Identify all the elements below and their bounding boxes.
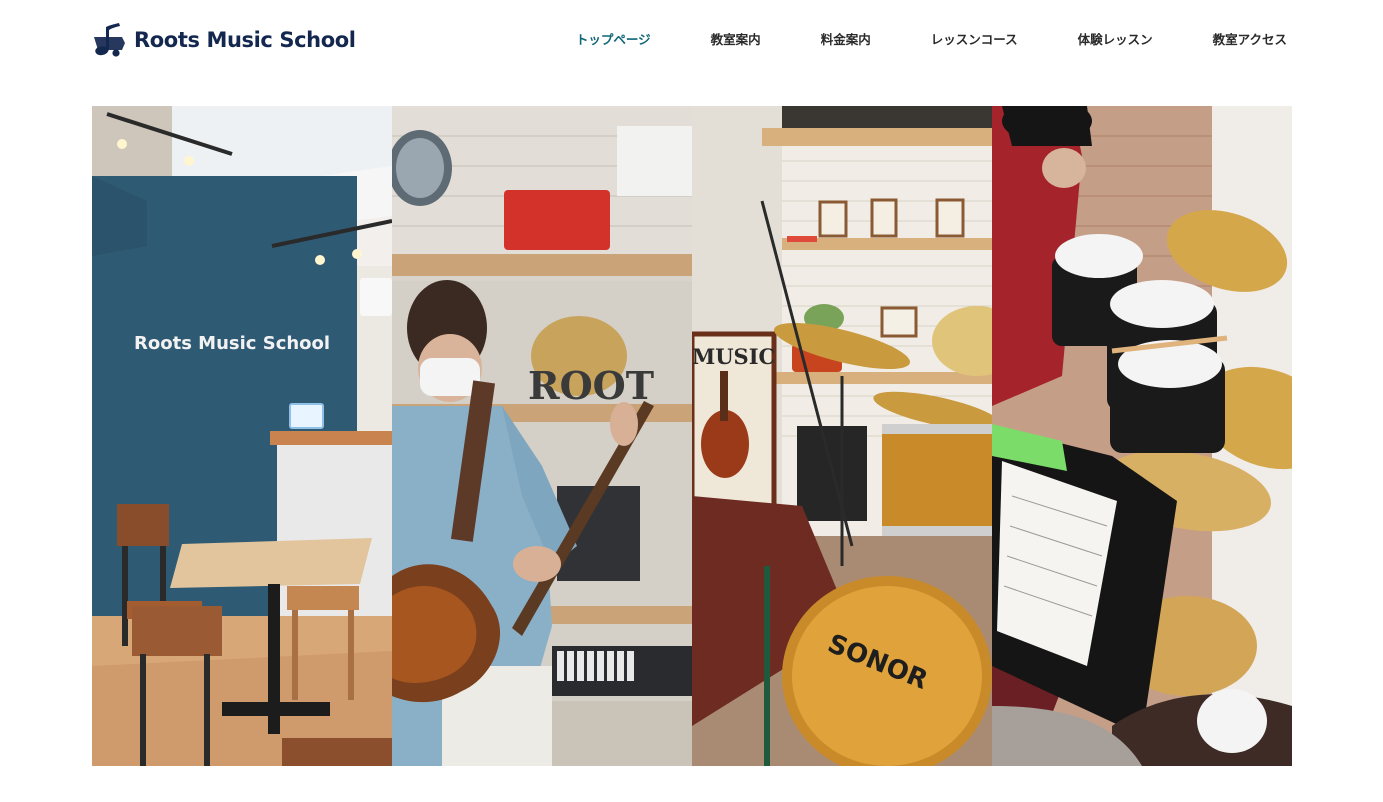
- hero-gallery: Roots Music School ROOT MUSIC SONOR: [92, 106, 1292, 766]
- site-header: Roots Music School トップページ 教室案内 料金案内 レッスン…: [0, 0, 1383, 90]
- gallery-photo-lounge: Roots Music School: [92, 106, 392, 766]
- main-nav: トップページ 教室案内 料金案内 レッスンコース 体験レッスン 教室アクセス: [576, 31, 1287, 49]
- nav-item-trial[interactable]: 体験レッスン: [1078, 31, 1153, 49]
- nav-item-courses[interactable]: レッスンコース: [931, 31, 1018, 49]
- lesson-photo: [992, 106, 1292, 766]
- nav-item-about[interactable]: 教室案内: [711, 31, 761, 49]
- logo-text: Roots Music School: [134, 28, 356, 52]
- site-logo[interactable]: Roots Music School: [92, 22, 356, 58]
- nav-item-top[interactable]: トップページ: [576, 31, 651, 49]
- guitar-background-text: ROOT: [528, 363, 654, 408]
- studio-photo: MUSIC SONOR: [692, 106, 992, 766]
- lounge-wall-sign: Roots Music School: [134, 333, 330, 354]
- nav-item-pricing[interactable]: 料金案内: [821, 31, 871, 49]
- gallery-photo-lesson: [992, 106, 1292, 766]
- music-note-icon: [94, 23, 125, 57]
- nav-item-access[interactable]: 教室アクセス: [1213, 31, 1287, 49]
- gallery-photo-guitar: ROOT: [392, 106, 692, 766]
- lounge-photo: Roots Music School: [92, 106, 392, 766]
- studio-poster-text: MUSIC: [692, 344, 775, 369]
- guitar-photo: ROOT: [392, 106, 692, 766]
- gallery-photo-studio: MUSIC SONOR: [692, 106, 992, 766]
